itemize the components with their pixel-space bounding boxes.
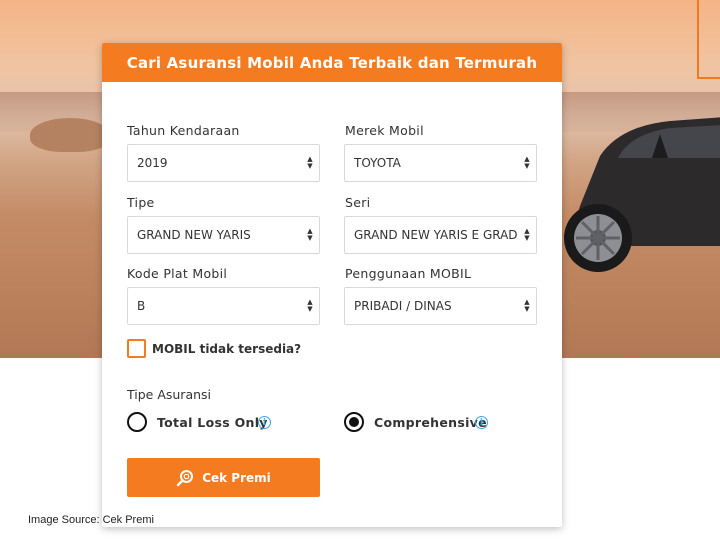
usage-select[interactable]: PRIBADI / DINAS ▲ ▼ <box>344 287 537 325</box>
comprehensive-label: Comprehensive <box>374 415 487 430</box>
year-select[interactable]: 2019 ▲ ▼ <box>127 144 320 182</box>
usage-value: PRIBADI / DINAS <box>354 299 452 313</box>
form-title: Cari Asuransi Mobil Anda Terbaik dan Ter… <box>102 43 562 82</box>
series-value: GRAND NEW YARIS E GRAD <box>354 228 518 242</box>
series-label: Seri <box>345 195 371 210</box>
select-arrows-icon: ▲ ▼ <box>518 217 536 253</box>
type-value: GRAND NEW YARIS <box>137 228 251 242</box>
brand-label: Merek Mobil <box>345 123 424 138</box>
total-loss-radio[interactable] <box>127 412 147 432</box>
check-premium-button[interactable]: Cek Premi <box>127 458 320 497</box>
car-unavailable-checkbox[interactable] <box>127 339 146 358</box>
decorative-frame-line <box>697 0 720 79</box>
series-select[interactable]: GRAND NEW YARIS E GRAD ▲ ▼ <box>344 216 537 254</box>
plate-select[interactable]: B ▲ ▼ <box>127 287 320 325</box>
total-loss-label: Total Loss Only <box>157 415 268 430</box>
beach-rock <box>30 118 110 152</box>
comprehensive-info-icon[interactable]: i <box>475 416 488 429</box>
car-image <box>564 117 720 272</box>
image-caption: Image Source: Cek Premi <box>28 514 154 526</box>
insurance-search-form: Cari Asuransi Mobil Anda Terbaik dan Ter… <box>102 43 562 527</box>
plate-value: B <box>137 299 146 313</box>
select-arrows-icon: ▲ ▼ <box>301 217 319 253</box>
check-premium-label: Cek Premi <box>202 470 271 485</box>
search-icon <box>177 469 194 486</box>
select-arrows-icon: ▲ ▼ <box>301 288 319 324</box>
select-arrows-icon: ▲ ▼ <box>518 145 536 181</box>
brand-value: TOYOTA <box>354 156 401 170</box>
car-unavailable-label: MOBIL tidak tersedia? <box>152 342 302 356</box>
type-select[interactable]: GRAND NEW YARIS ▲ ▼ <box>127 216 320 254</box>
year-value: 2019 <box>137 156 168 170</box>
comprehensive-radio[interactable] <box>344 412 364 432</box>
type-label: Tipe <box>127 195 155 210</box>
plate-label: Kode Plat Mobil <box>127 266 228 281</box>
select-arrows-icon: ▲ ▼ <box>518 288 536 324</box>
select-arrows-icon: ▲ ▼ <box>301 145 319 181</box>
insurance-type-label: Tipe Asuransi <box>127 387 212 402</box>
usage-label: Penggunaan MOBIL <box>345 266 472 281</box>
year-label: Tahun Kendaraan <box>127 123 240 138</box>
brand-select[interactable]: TOYOTA ▲ ▼ <box>344 144 537 182</box>
total-loss-info-icon[interactable]: i <box>258 416 271 429</box>
